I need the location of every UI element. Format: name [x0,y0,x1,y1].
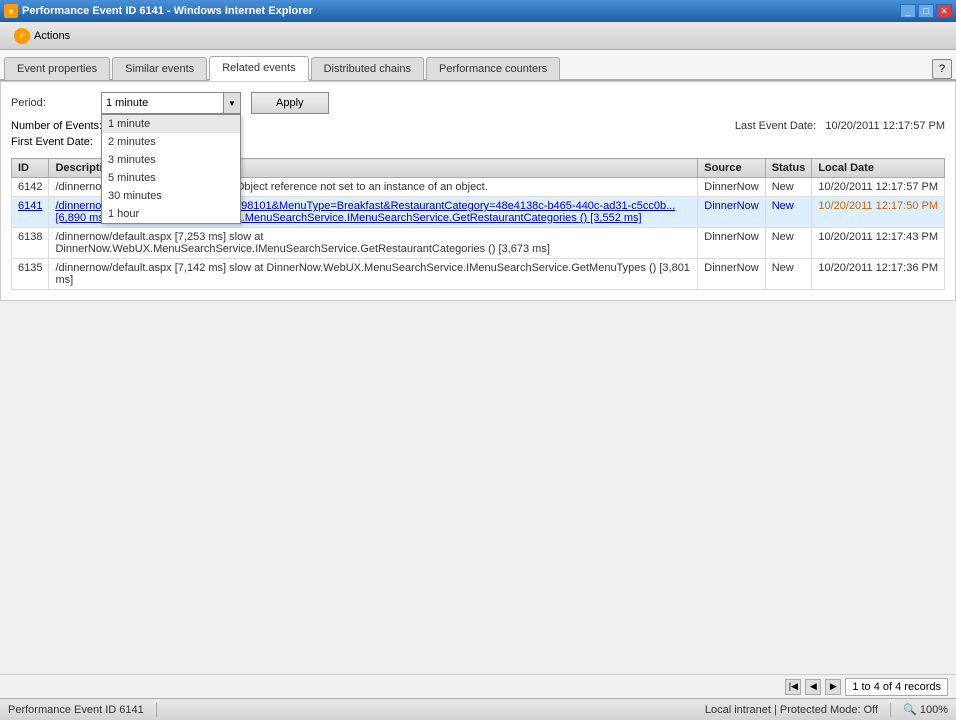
pagination-area: |◀ ◀ ▶ 1 to 4 of 4 records [0,674,956,698]
title-bar-left: e Performance Event ID 6141 - Windows In… [4,4,313,18]
main-content: Period: ▼ 1 minute 2 minutes 3 minutes 5… [0,81,956,301]
cell-description: /dinnernow/default.aspx [7,253 ms] slow … [49,228,698,259]
tab-performance-counters[interactable]: Performance counters [426,57,560,80]
prev-page-button[interactable]: ◀ [805,679,821,695]
pagination-info: 1 to 4 of 4 records [845,678,948,696]
last-event-date-label: Last Event Date: [735,120,816,132]
cell-id: 6142 [12,178,49,197]
window-title: Performance Event ID 6141 - Windows Inte… [22,5,313,17]
status-separator-2 [890,703,891,717]
col-status: Status [765,159,812,178]
period-row: Period: ▼ 1 minute 2 minutes 3 minutes 5… [11,92,945,114]
cell-local-date: 10/20/2011 12:17:36 PM [812,259,945,290]
help-button[interactable]: ? [932,59,952,79]
col-source: Source [698,159,765,178]
num-events-label: Number of Events: [11,120,102,132]
cell-source: DinnerNow [698,259,765,290]
col-local-date: Local Date [812,159,945,178]
id-link[interactable]: 6141 [18,200,42,212]
cell-status: New [765,178,812,197]
cell-local-date: 10/20/2011 12:17:57 PM [812,178,945,197]
dropdown-item-1min[interactable]: 1 minute [102,115,240,133]
period-select-wrapper: ▼ 1 minute 2 minutes 3 minutes 5 minutes… [101,92,241,114]
period-input[interactable] [101,92,241,114]
ie-icon: e [4,4,18,18]
last-event-info: Last Event Date: 10/20/2011 12:17:57 PM [735,120,945,132]
cell-id: 6141 [12,197,49,228]
tab-related-events[interactable]: Related events [209,56,308,81]
cell-id: 6138 [12,228,49,259]
title-bar: e Performance Event ID 6141 - Windows In… [0,0,956,22]
status-bar: Performance Event ID 6141 Local intranet… [0,698,956,720]
tab-similar-events[interactable]: Similar events [112,57,207,80]
zoom-icon: 🔍 [903,704,917,716]
actions-menu[interactable]: ⚡ Actions [8,26,76,46]
last-event-date-value: 10/20/2011 12:17:57 PM [825,120,945,132]
cell-source: DinnerNow [698,178,765,197]
title-bar-controls: _ □ ✕ [900,4,952,18]
first-event-row: First Event Date: [11,136,102,148]
dropdown-item-3min[interactable]: 3 minutes [102,151,240,169]
cell-source: DinnerNow [698,228,765,259]
dropdown-item-2min[interactable]: 2 minutes [102,133,240,151]
cell-status: New [765,228,812,259]
cell-id: 6135 [12,259,49,290]
cell-status: New [765,197,812,228]
toolbar: ⚡ Actions [0,22,956,50]
dropdown-item-1hour[interactable]: 1 hour [102,205,240,223]
status-separator-1 [156,703,157,717]
tab-event-properties[interactable]: Event properties [4,57,110,80]
dropdown-item-30min[interactable]: 30 minutes [102,187,240,205]
period-dropdown[interactable]: 1 minute 2 minutes 3 minutes 5 minutes 3… [101,114,241,224]
next-page-button[interactable]: ▶ [825,679,841,695]
actions-label: Actions [34,30,70,42]
minimize-button[interactable]: _ [900,4,916,18]
status-text: Performance Event ID 6141 [8,704,144,716]
zoom-level: 🔍 100% [903,703,948,716]
table-row[interactable]: 6138/dinnernow/default.aspx [7,253 ms] s… [12,228,945,259]
cell-description: /dinnernow/default.aspx [7,142 ms] slow … [49,259,698,290]
cell-status: New [765,259,812,290]
col-id: ID [12,159,49,178]
dropdown-item-5min[interactable]: 5 minutes [102,169,240,187]
maximize-button[interactable]: □ [918,4,934,18]
period-label: Period: [11,97,91,109]
actions-icon: ⚡ [14,28,30,44]
close-button[interactable]: ✕ [936,4,952,18]
apply-button[interactable]: Apply [251,92,329,114]
zone-info: Local intranet | Protected Mode: Off [705,704,878,716]
tab-distributed-chains[interactable]: Distributed chains [311,57,424,80]
first-event-label: First Event Date: [11,136,93,148]
cell-local-date: 10/20/2011 12:17:50 PM [812,197,945,228]
left-info: Number of Events: First Event Date: [11,120,102,152]
cell-source: DinnerNow [698,197,765,228]
cell-local-date: 10/20/2011 12:17:43 PM [812,228,945,259]
num-events-row: Number of Events: [11,120,102,132]
first-page-button[interactable]: |◀ [785,679,801,695]
tab-bar: Event properties Similar events Related … [0,50,956,81]
table-row[interactable]: 6135/dinnernow/default.aspx [7,142 ms] s… [12,259,945,290]
